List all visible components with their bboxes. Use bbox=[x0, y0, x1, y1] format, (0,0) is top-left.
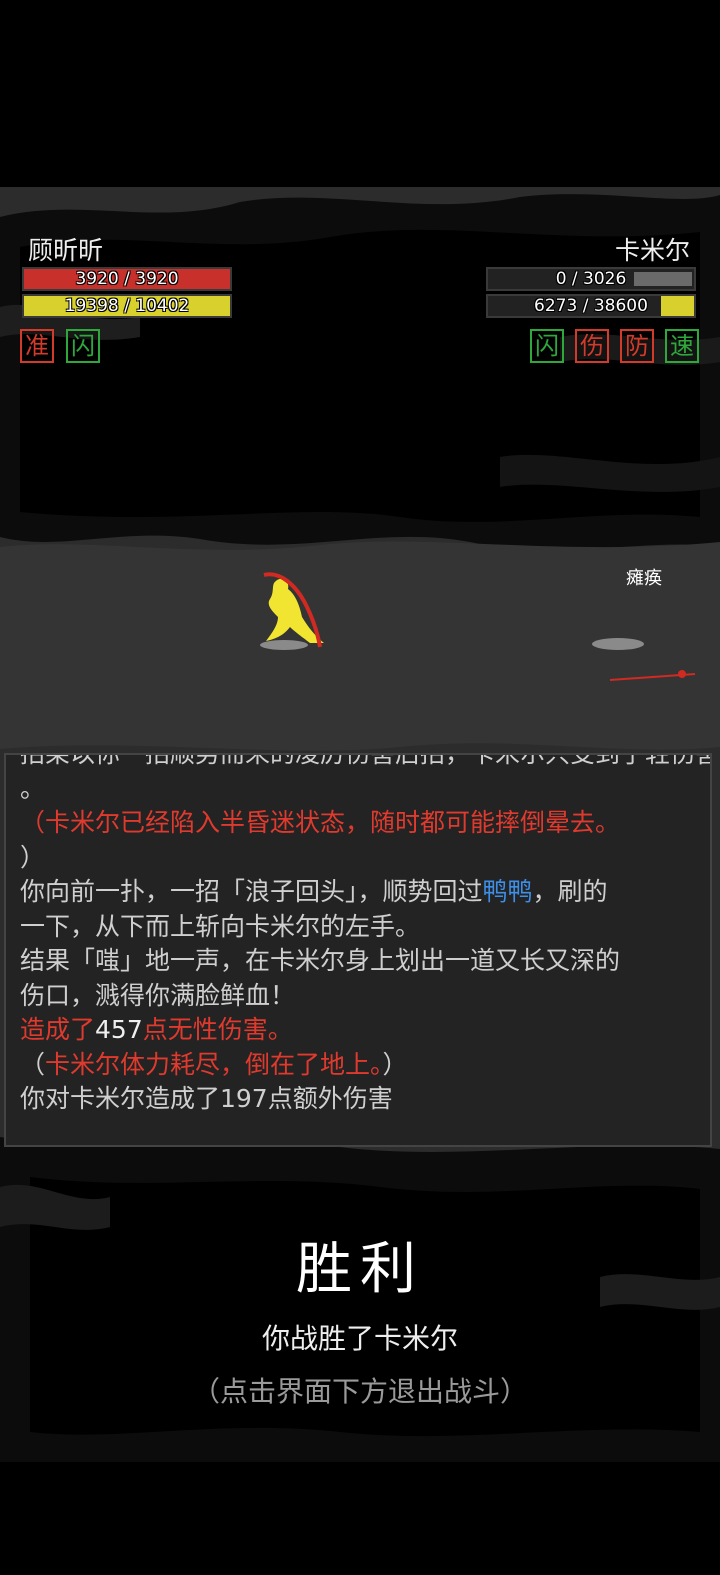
damage-value: 457 bbox=[95, 1015, 143, 1044]
log-text-red: 卡米尔体力耗尽，倒在了地上。 bbox=[45, 1049, 383, 1079]
enemy-energy-bar: 6273 / 38600 bbox=[486, 294, 696, 318]
log-text-red: 造成了 bbox=[20, 1015, 96, 1044]
log-line: 。 bbox=[20, 773, 46, 803]
enemy-badge-dodge[interactable]: 闪 bbox=[530, 329, 564, 363]
player-fighter-sprite[interactable] bbox=[250, 565, 340, 655]
log-line: 一下，从下而上斩向卡米尔的左手。 bbox=[20, 911, 421, 941]
weapon-name: 鸭鸭 bbox=[482, 877, 533, 906]
log-text-red: 卡米尔已经陷入半昏迷状态，随时都可能摔倒晕去。 bbox=[45, 808, 621, 837]
log-line: 伤口，溅得你满脸鲜血！ bbox=[20, 980, 296, 1010]
battle-log[interactable]: 招架以你一招顺势而来的凌厉伤害后招，卡米尔只受到了轻伤害 。 （卡米尔已经陷入半… bbox=[4, 753, 712, 1147]
enemy-status-paralyzed: 瘫痪 bbox=[626, 568, 662, 589]
log-text: （ bbox=[20, 808, 46, 837]
log-line: 结果「嗤」地一声，在卡米尔身上划出一道又长又深的 bbox=[20, 946, 621, 975]
log-line: ） bbox=[20, 842, 46, 872]
log-line: 造成了457点无性伤害。 bbox=[6, 1013, 710, 1048]
log-text: （ bbox=[20, 1049, 46, 1079]
log-line: （卡米尔体力耗尽，倒在了地上。） bbox=[6, 1048, 710, 1083]
victory-subtitle: 你战胜了卡米尔 bbox=[261, 1322, 458, 1355]
enemy-hp-bar: 0 / 3026 bbox=[486, 267, 696, 291]
player-name: 顾昕昕 bbox=[28, 236, 104, 265]
log-text: ） bbox=[382, 1049, 408, 1079]
log-line: （卡米尔已经陷入半昏迷状态，随时都可能摔倒晕去。 bbox=[6, 806, 710, 841]
log-text: 你向前一扑，一招「浪子回头」，顺势回过 bbox=[20, 877, 483, 906]
player-hp-text: 3920 / 3920 bbox=[75, 269, 179, 289]
log-text: ，刷的 bbox=[532, 877, 608, 906]
enemy-name: 卡米尔 bbox=[614, 236, 690, 265]
victory-title: 胜利 bbox=[296, 1237, 424, 1302]
battle-arena[interactable]: 顾昕昕 3920 / 3920 19398 / 10402 准 闪 卡米尔 0 … bbox=[0, 187, 720, 1462]
player-badge-accuracy[interactable]: 准 bbox=[20, 329, 54, 363]
log-text-red: 点无性伤害。 bbox=[142, 1015, 293, 1044]
player-energy-text: 19398 / 10402 bbox=[64, 296, 190, 316]
enemy-badge-speed[interactable]: 速 bbox=[665, 329, 699, 363]
enemy-energy-text: 6273 / 38600 bbox=[534, 296, 648, 316]
enemy-hp-residual bbox=[634, 272, 692, 286]
player-energy-bar: 19398 / 10402 bbox=[22, 294, 232, 318]
enemy-badge-defense[interactable]: 防 bbox=[620, 329, 654, 363]
log-line: 招架以你一招顺势而来的凌厉伤害后招，卡米尔只受到了轻伤害 bbox=[20, 753, 712, 768]
enemy-badge-damage[interactable]: 伤 bbox=[575, 329, 609, 363]
player-badge-dodge[interactable]: 闪 bbox=[66, 329, 100, 363]
log-line: 你对卡米尔造成了197点额外伤害 bbox=[20, 1084, 393, 1113]
enemy-fighter-sprite[interactable] bbox=[590, 632, 700, 692]
log-line: 你向前一扑，一招「浪子回头」，顺势回过鸭鸭，刷的 bbox=[6, 875, 710, 910]
player-hp-bar: 3920 / 3920 bbox=[22, 267, 232, 291]
exit-battle-hint[interactable]: （点击界面下方退出战斗） bbox=[0, 1370, 720, 1410]
